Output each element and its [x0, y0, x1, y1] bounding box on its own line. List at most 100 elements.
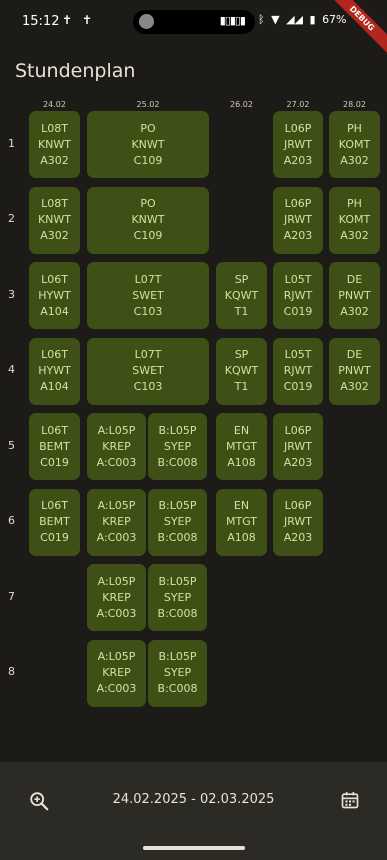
lesson-room: A108 [227, 455, 256, 469]
lesson-cell[interactable]: L06P JRWT A203 [273, 413, 323, 480]
lesson-teacher: KNWT [37, 137, 72, 151]
lesson-cell[interactable]: B:L05P SYEP B:C008 [148, 639, 207, 707]
hour-label: 4 [8, 363, 15, 376]
status-time: 15:12 [22, 14, 60, 29]
lesson-cell[interactable]: EN MTGT A108 [216, 488, 267, 556]
lesson-cell[interactable]: A:L05P KREP A:C003 [87, 564, 146, 631]
lesson-room: A203 [283, 455, 313, 469]
lesson-subject: DE [346, 348, 363, 361]
lesson-room: A302 [340, 380, 369, 393]
lesson-room: A203 [283, 531, 313, 544]
notification-icon: ✝ [82, 13, 93, 27]
lesson-room: A:C003 [96, 606, 137, 620]
lesson-cell[interactable]: L06T HYWT A104 [29, 262, 80, 329]
lesson-cell[interactable]: B:L05P SYEP B:C008 [148, 413, 207, 480]
lesson-cell[interactable]: L08T KNWT A302 [29, 111, 80, 178]
bottom-bar: 24.02.2025 - 02.03.2025 [0, 762, 387, 860]
date-header: 27.02 [286, 100, 310, 109]
lesson-cell[interactable]: L06P JRWT A203 [273, 111, 323, 178]
lesson-cell[interactable]: PH KOMT A302 [329, 111, 380, 178]
lesson-room: C109 [133, 229, 163, 242]
lesson-teacher: SYEP [163, 590, 192, 604]
lesson-cell[interactable]: SP KQWT T1 [216, 262, 267, 329]
lesson-cell[interactable]: B:L05P SYEP B:C008 [148, 488, 207, 556]
lesson-cell[interactable]: L06T HYWT A104 [29, 337, 80, 405]
date-header: 26.02 [230, 100, 253, 109]
date-header: 28.02 [343, 100, 366, 109]
date-range[interactable]: 24.02.2025 - 02.03.2025 [0, 792, 387, 807]
lesson-cell[interactable]: A:L05P KREP A:C003 [87, 413, 146, 480]
camera-island: ▮▯▮▯▮ [133, 10, 255, 34]
lesson-room: C019 [283, 380, 313, 393]
lesson-cell[interactable]: L08T KNWT A302 [29, 186, 80, 254]
lesson-cell[interactable]: PO KNWT C109 [87, 186, 209, 254]
lesson-subject: SP [234, 272, 249, 286]
lesson-cell[interactable]: L06P JRWT A203 [273, 488, 323, 556]
lesson-teacher: SYEP [163, 439, 192, 453]
lesson-room: A:C003 [96, 455, 137, 469]
lesson-subject: L06P [284, 121, 312, 135]
lesson-room: A302 [340, 304, 369, 318]
date-header: 24.02 [43, 100, 66, 109]
lesson-cell[interactable]: L05T RJWT C019 [273, 337, 323, 405]
lesson-room: A302 [340, 153, 369, 167]
lesson-subject: B:L05P [158, 499, 197, 512]
lesson-teacher: HYWT [38, 364, 71, 377]
lesson-room: A104 [40, 380, 69, 393]
lesson-teacher: SWET [132, 364, 164, 377]
lesson-cell[interactable]: DE PNWT A302 [329, 337, 380, 405]
battery-icon: ▮ [309, 13, 316, 26]
battery-percent: 67% [322, 13, 347, 26]
hour-label: 5 [8, 438, 15, 452]
lesson-cell[interactable]: PH KOMT A302 [329, 186, 380, 254]
hour-label: 7 [8, 589, 15, 603]
lesson-subject: L05T [284, 348, 312, 361]
lesson-cell[interactable]: B:L05P SYEP B:C008 [148, 564, 207, 631]
lesson-teacher: KOMT [338, 137, 371, 151]
home-indicator[interactable] [143, 846, 245, 850]
lesson-cell[interactable]: L06T BEMT C019 [29, 413, 80, 480]
lesson-subject: A:L05P [97, 650, 136, 663]
lesson-cell[interactable]: PO KNWT C109 [87, 111, 209, 178]
lesson-subject: DE [346, 272, 363, 286]
lesson-subject: L07T [134, 272, 162, 286]
lesson-room: A302 [40, 153, 69, 167]
lesson-teacher: RJWT [283, 288, 313, 302]
lesson-room: A:C003 [96, 531, 137, 544]
lesson-cell[interactable]: EN MTGT A108 [216, 413, 267, 480]
lesson-teacher: SYEP [163, 515, 192, 528]
lesson-subject: L07T [134, 348, 162, 361]
lesson-cell[interactable]: A:L05P KREP A:C003 [87, 639, 146, 707]
wifi-icon: ▼ [271, 13, 280, 26]
lesson-cell[interactable]: A:L05P KREP A:C003 [87, 488, 146, 556]
lesson-subject: PH [347, 197, 362, 210]
lesson-room: B:C008 [157, 682, 198, 695]
lesson-teacher: KNWT [37, 213, 72, 226]
lesson-subject: L06T [41, 499, 68, 512]
lesson-subject: SP [234, 348, 249, 361]
lesson-subject: B:L05P [158, 423, 197, 437]
audio-wave-icon: ▮▯▮▯▮ [219, 14, 246, 27]
lesson-cell[interactable]: DE PNWT A302 [329, 262, 380, 329]
lesson-room: A108 [227, 531, 256, 544]
lesson-cell[interactable]: L07T SWET C103 [87, 337, 209, 405]
lesson-room: A302 [40, 229, 69, 242]
lesson-cell[interactable]: L06T BEMT C019 [29, 488, 80, 556]
lesson-teacher: KOMT [338, 213, 371, 226]
lesson-teacher: KNWT [131, 137, 165, 151]
lesson-room: C109 [133, 153, 163, 167]
lesson-cell[interactable]: L05T RJWT C019 [273, 262, 323, 329]
hour-label: 3 [8, 287, 15, 301]
lesson-teacher: KREP [102, 666, 131, 679]
debug-banner: DEBUG [318, 0, 387, 62]
lesson-subject: EN [233, 499, 250, 512]
date-header: 25.02 [136, 100, 160, 109]
lesson-cell[interactable]: L07T SWET C103 [87, 262, 209, 329]
hour-label: 1 [8, 136, 15, 150]
lesson-room: C103 [133, 304, 163, 318]
lesson-teacher: JRWT [283, 439, 313, 453]
lesson-cell[interactable]: L06P JRWT A203 [273, 186, 323, 254]
lesson-cell[interactable]: SP KQWT T1 [216, 337, 267, 405]
lesson-subject: L08T [41, 197, 68, 210]
calendar-icon[interactable] [340, 790, 360, 810]
